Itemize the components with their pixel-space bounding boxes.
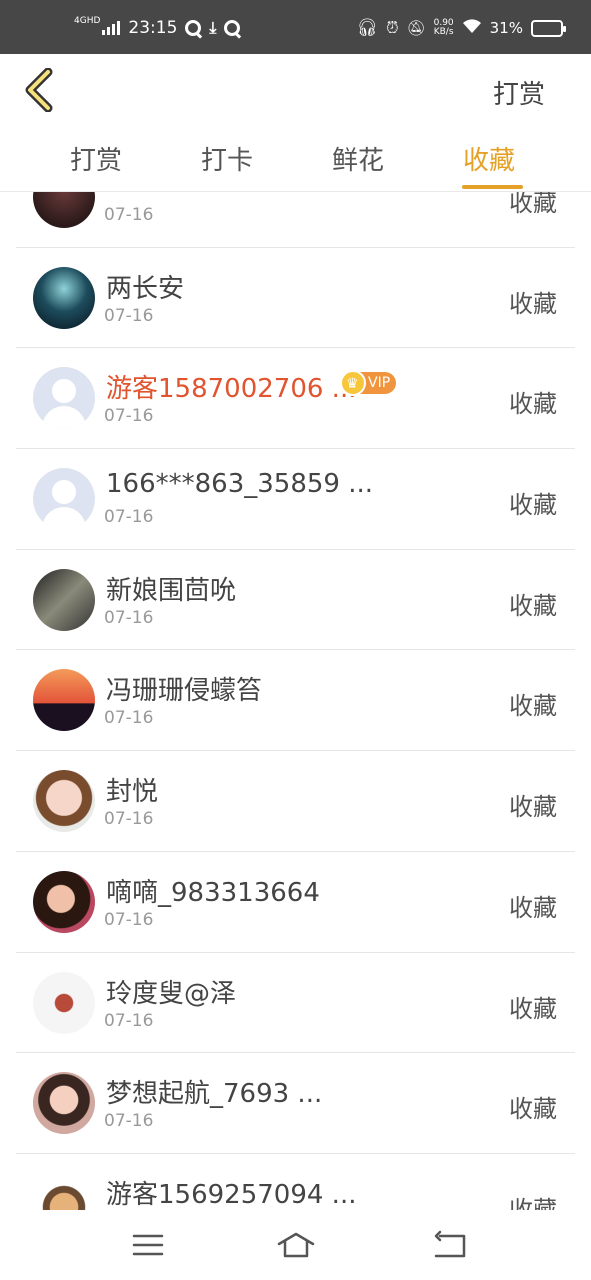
avatar[interactable] — [33, 1172, 95, 1210]
user-name: 游客1569257094 ... — [106, 1179, 357, 1210]
battery-icon — [531, 19, 566, 37]
list-item[interactable]: 两长安 07-16 收藏 — [16, 248, 575, 349]
mute-icon: 🔕︎ — [406, 19, 426, 37]
user-name: 新娘围茴吮 — [106, 575, 237, 606]
list-item[interactable]: 游客1587002706 ... VIP 07-16 收藏 — [16, 348, 575, 450]
status-bar: 4GHD 23:15 ⤓ 🎧︎ ⏰︎ 🔕︎ 0.90 KB/s 31% — [0, 0, 591, 54]
user-name: 166***863_35859 ... — [106, 469, 374, 500]
date: 07-16 — [104, 708, 154, 729]
user-name: 游客1587002706 ... — [106, 374, 357, 405]
date: 07-16 — [104, 305, 154, 326]
network-type-label: 4GHD — [74, 16, 101, 26]
list-item[interactable]: 嘀嘀_983313664 07-16 收藏 — [16, 852, 575, 953]
chevron-left-icon — [25, 67, 53, 113]
tab-checkin[interactable]: 打卡 — [201, 140, 253, 177]
battery-percent: 31% — [489, 19, 523, 37]
download-icon: ⤓ — [209, 18, 217, 37]
avatar[interactable] — [33, 870, 95, 933]
favorite-label: 收藏 — [509, 390, 557, 419]
list-item[interactable]: 07-16 收藏 — [16, 192, 575, 248]
tab-flowers[interactable]: 鲜花 — [332, 140, 384, 177]
date: 07-16 — [104, 809, 154, 830]
list-item[interactable]: 166***863_35859 ... 07-16 收藏 — [16, 449, 575, 550]
date: 07-16 — [104, 507, 154, 528]
date: 07-16 — [104, 909, 154, 930]
date: 07-16 — [104, 205, 154, 225]
clock: 23:15 — [128, 18, 178, 38]
list-item[interactable]: 冯珊珊侵蠓笞 07-16 收藏 — [16, 650, 575, 752]
home-button[interactable] — [276, 1228, 316, 1262]
crown-icon — [340, 370, 366, 397]
date: 07-16 — [104, 1111, 154, 1132]
favorite-label: 收藏 — [509, 1095, 557, 1124]
avatar[interactable] — [33, 770, 95, 833]
default-avatar-icon[interactable] — [33, 468, 95, 531]
system-nav-bar — [0, 1210, 591, 1280]
avatar[interactable] — [33, 568, 95, 631]
date: 07-16 — [104, 406, 154, 427]
list-item[interactable]: 封悦 07-16 收藏 — [16, 751, 575, 852]
favorite-label: 收藏 — [509, 591, 557, 620]
favorite-label: 收藏 — [509, 1195, 557, 1210]
headphones-icon: 🎧︎ — [356, 18, 379, 38]
favorite-label: 收藏 — [509, 994, 557, 1023]
default-avatar-icon[interactable] — [33, 367, 95, 430]
menu-button[interactable] — [128, 1228, 168, 1262]
list-item[interactable]: 新娘围茴吮 07-16 收藏 — [16, 550, 575, 651]
favorite-label: 收藏 — [509, 893, 557, 922]
tab-favorites[interactable]: 收藏 — [463, 140, 515, 177]
back-button[interactable] — [22, 67, 62, 113]
date: 07-16 — [104, 1010, 154, 1031]
header: 打赏 — [0, 54, 591, 130]
list-item[interactable]: 玲度叟@泽 07-16 收藏 — [16, 953, 575, 1054]
back-nav-button[interactable] — [430, 1228, 470, 1262]
avatar[interactable] — [33, 266, 95, 329]
avatar[interactable] — [33, 192, 95, 228]
vip-badge: VIP — [340, 370, 397, 397]
q-app-icon-2 — [224, 20, 241, 36]
list-item[interactable]: 游客1569257094 ... 收藏 — [16, 1154, 575, 1210]
date: 07-16 — [104, 607, 154, 628]
network-speed: 0.90 KB/s — [433, 18, 454, 37]
favorite-label: 收藏 — [509, 692, 557, 721]
favorite-label: 收藏 — [509, 793, 557, 822]
user-name: 嘀嘀_983313664 — [106, 877, 320, 908]
q-app-icon — [185, 20, 202, 36]
user-name: 冯珊珊侵蠓笞 — [106, 676, 263, 707]
alarm-icon: ⏰︎ — [386, 18, 399, 37]
user-name: 玲度叟@泽 — [106, 978, 237, 1009]
favorite-label: 收藏 — [509, 192, 557, 217]
tab-reward[interactable]: 打赏 — [70, 140, 122, 177]
avatar[interactable] — [33, 971, 95, 1034]
user-name: 两长安 — [106, 273, 185, 304]
return-icon — [434, 1230, 466, 1258]
list-item[interactable]: 梦想起航_7693 ... 07-16 收藏 — [16, 1053, 575, 1154]
home-icon — [277, 1232, 315, 1258]
avatar[interactable] — [33, 669, 95, 732]
menu-icon — [132, 1234, 164, 1256]
active-tab-indicator — [462, 185, 523, 189]
user-name: 封悦 — [106, 777, 159, 808]
signal-icon — [102, 21, 121, 35]
user-name: 梦想起航_7693 ... — [106, 1079, 323, 1110]
wifi-icon — [462, 18, 482, 38]
reward-button[interactable]: 打赏 — [493, 74, 545, 111]
favorites-list[interactable]: 07-16 收藏 两长安 07-16 收藏 游客1587002706 ... V… — [0, 192, 591, 1210]
tab-bar: 打赏 打卡 鲜花 收藏 — [0, 130, 591, 192]
favorite-label: 收藏 — [509, 289, 557, 318]
avatar[interactable] — [33, 1072, 95, 1135]
favorite-label: 收藏 — [509, 491, 557, 520]
